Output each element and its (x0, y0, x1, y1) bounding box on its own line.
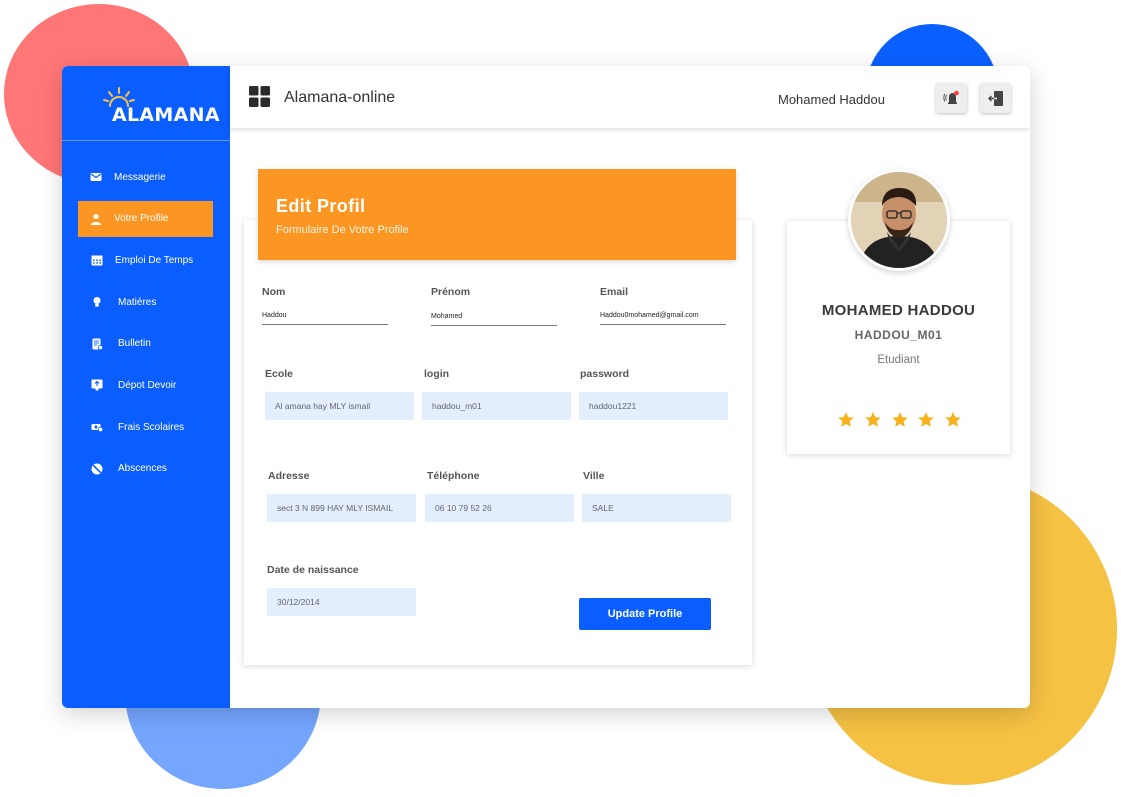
email-label: Email (600, 286, 629, 298)
sidebar: ALAMANA Messagerie Votre Profile Emploi … (62, 66, 230, 708)
prenom-value: Mohamed (431, 313, 463, 320)
logo-text: ALAMANA (112, 104, 220, 126)
telephone-field[interactable]: 06 10 79 52 26 (425, 494, 574, 522)
profile-login: HADDOU_M01 (854, 328, 943, 342)
email-value: Haddou0mohamed@gmail.com (600, 312, 699, 319)
nom-value: Haddou (262, 312, 287, 319)
apps-grid-icon[interactable] (249, 86, 270, 107)
login-label: login (424, 368, 450, 380)
date-naissance-label: Date de naissance (267, 564, 359, 576)
ecole-field[interactable]: Al amana hay MLY ismail (265, 392, 414, 420)
alamana-logo[interactable]: ALAMANA (96, 86, 220, 130)
profile-role: Etudiant (877, 354, 920, 366)
logout-icon (987, 90, 1003, 106)
notification-bell-icon (942, 90, 959, 104)
sidebar-item-label: Frais Scolaires (118, 421, 185, 433)
mail-icon (90, 173, 102, 181)
sidebar-nav: Messagerie Votre Profile Emploi De Temps… (78, 159, 213, 493)
sidebar-item-frais-scolaires[interactable]: Frais Scolaires (78, 409, 213, 445)
star-icon (838, 412, 854, 427)
sidebar-item-abscences[interactable]: Abscences (78, 451, 213, 487)
app-title: Alamana-online (284, 89, 396, 106)
avatar (848, 169, 950, 271)
nom-label: Nom (262, 286, 286, 298)
login-field[interactable]: haddou_m01 (422, 392, 571, 420)
sidebar-item-label: Matiéres (118, 296, 157, 308)
ville-field[interactable]: SALE (582, 494, 731, 522)
sidebar-item-bulletin[interactable]: Bulletin (78, 326, 213, 362)
profile-name: MOHAMED HADDOU (821, 302, 976, 319)
user-photo-icon (851, 172, 947, 268)
sidebar-item-label: Emploi De Temps (115, 254, 194, 266)
header-user-name[interactable]: Mohamed Haddou (778, 92, 885, 107)
sidebar-item-label: Messagerie (114, 171, 166, 183)
form-subtitle: Formulaire De Votre Profile (276, 224, 409, 236)
lightbulb-icon (93, 297, 101, 307)
form-title: Edit Profil (276, 196, 366, 216)
password-field[interactable]: haddou1221 (579, 392, 728, 420)
telephone-label: Téléphone (427, 470, 480, 482)
star-icon (945, 412, 961, 427)
prenom-field[interactable]: Mohamed (431, 310, 557, 326)
sidebar-item-label: Bulletin (118, 338, 151, 350)
rating-stars (837, 411, 962, 429)
ville-label: Ville (583, 470, 605, 482)
email-field[interactable]: Haddou0mohamed@gmail.com (600, 309, 726, 325)
user-icon (91, 213, 101, 225)
edit-profile-banner: Edit Profil Formulaire De Votre Profile (258, 169, 736, 260)
sidebar-item-matieres[interactable]: Matiéres (78, 284, 213, 320)
upload-icon (91, 379, 103, 391)
sidebar-item-label: Abscences (118, 463, 167, 475)
update-profile-button[interactable]: Update Profile (579, 598, 711, 630)
sidebar-item-emploi-de-temps[interactable]: Emploi De Temps (78, 242, 213, 278)
app-window: ALAMANA Messagerie Votre Profile Emploi … (62, 66, 1030, 708)
star-icon (891, 412, 908, 427)
password-label: password (580, 368, 630, 380)
sidebar-item-messagerie[interactable]: Messagerie (78, 159, 213, 195)
block-icon (91, 463, 103, 475)
report-icon (92, 338, 103, 350)
date-naissance-field[interactable]: 30/12/2014 (267, 588, 416, 616)
star-icon (918, 412, 935, 427)
sidebar-divider (62, 140, 230, 141)
notification-button[interactable] (936, 83, 967, 113)
adresse-label: Adresse (268, 470, 310, 482)
top-header: Alamana-online Mohamed Haddou (230, 66, 1030, 128)
sidebar-item-votre-profile[interactable]: Votre Profile (78, 200, 213, 237)
sidebar-item-label: Dépot Devoir (118, 379, 177, 391)
adresse-field[interactable]: sect 3 N 899 HAY MLY ISMAIL (267, 494, 416, 522)
sidebar-item-label: Votre Profile (114, 213, 169, 225)
logout-button[interactable] (980, 83, 1011, 113)
star-icon (864, 412, 881, 427)
calendar-icon (91, 255, 103, 266)
nom-field[interactable]: Haddou (262, 309, 388, 325)
prenom-label: Prénom (431, 286, 471, 298)
ecole-label: Ecole (265, 368, 294, 380)
money-icon (91, 424, 103, 433)
sidebar-item-depot-devoir[interactable]: Dépot Devoir (78, 367, 213, 403)
